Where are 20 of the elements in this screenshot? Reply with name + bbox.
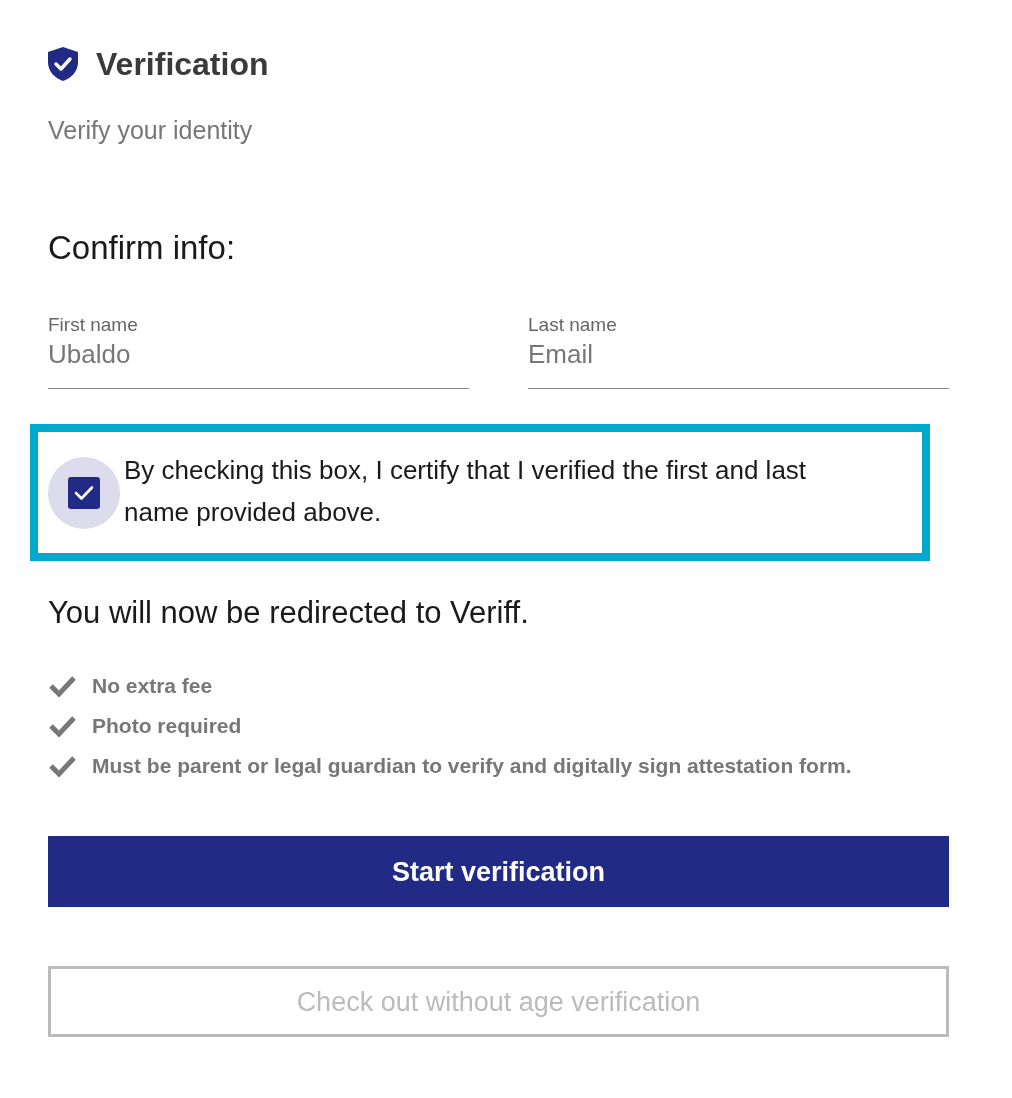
- section-heading: Confirm info:: [48, 228, 236, 268]
- consent-text: By checking this box, I certify that I verified the first and last name provided above.: [124, 453, 808, 529]
- checkmark-icon: [48, 715, 76, 737]
- benefit-text: Must be parent or legal guardian to verify and digitally sign attestation form.: [92, 753, 852, 779]
- shield-check-icon: [48, 47, 78, 81]
- check-icon: [74, 484, 94, 501]
- checkmark-icon: [48, 755, 76, 777]
- benefit-text: No extra fee: [92, 673, 213, 699]
- start-verification-button[interactable]: Start verification: [48, 836, 949, 907]
- field-value: Email: [528, 338, 593, 370]
- field-label: First name: [48, 314, 138, 336]
- text-field[interactable]: First name Ubaldo: [48, 314, 469, 389]
- text-field[interactable]: Last name Email: [528, 314, 949, 389]
- benefit-text: Photo required: [92, 713, 242, 739]
- field-label: Last name: [528, 314, 617, 336]
- page-title: Verification: [96, 45, 269, 84]
- checkmark-icon: [48, 675, 76, 697]
- field-value: Ubaldo: [48, 338, 131, 370]
- redirect-heading: You will now be redirected to Veriff.: [48, 594, 529, 632]
- page-subtitle: Verify your identity: [48, 115, 253, 146]
